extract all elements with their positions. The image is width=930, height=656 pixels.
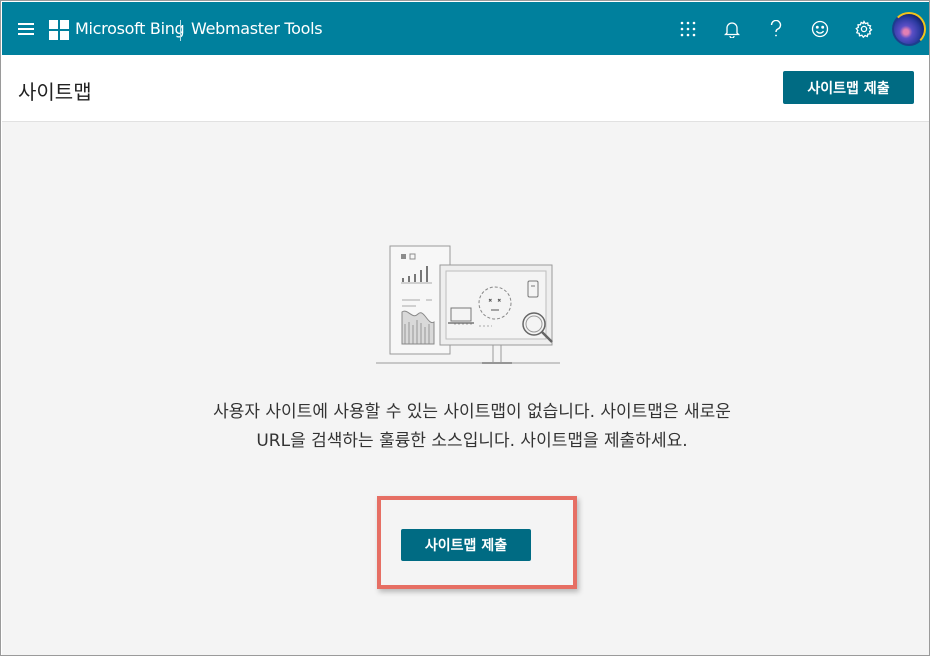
apps-grid-icon[interactable] <box>676 17 700 41</box>
empty-state-illustration <box>376 245 560 364</box>
menu-icon[interactable] <box>16 20 36 38</box>
help-icon[interactable] <box>764 17 788 41</box>
brand-divider <box>180 20 181 41</box>
avatar[interactable] <box>892 12 926 46</box>
submit-sitemap-header-button[interactable]: 사이트맵 제출 <box>783 71 914 104</box>
bell-icon[interactable] <box>720 17 744 41</box>
page-title: 사이트맵 <box>18 80 92 104</box>
product-name[interactable]: Webmaster Tools <box>191 19 323 38</box>
brand-name[interactable]: Microsoft Bing <box>75 19 185 38</box>
submit-sitemap-button[interactable]: 사이트맵 제출 <box>401 529 531 561</box>
top-nav-bar: Microsoft Bing Webmaster Tools <box>2 2 929 55</box>
main-content: 사용자 사이트에 사용할 수 있는 사이트맵이 없습니다. 사이트맵은 새로운 … <box>2 122 929 655</box>
microsoft-logo <box>49 20 69 40</box>
empty-state-message: 사용자 사이트에 사용할 수 있는 사이트맵이 없습니다. 사이트맵은 새로운 … <box>213 402 731 451</box>
gear-icon[interactable] <box>852 17 876 41</box>
app-window: Microsoft Bing Webmaster Tools 사이트맵 사이트맵… <box>0 0 930 656</box>
smiley-icon[interactable] <box>808 17 832 41</box>
page-header: 사이트맵 사이트맵 제출 <box>2 55 929 122</box>
